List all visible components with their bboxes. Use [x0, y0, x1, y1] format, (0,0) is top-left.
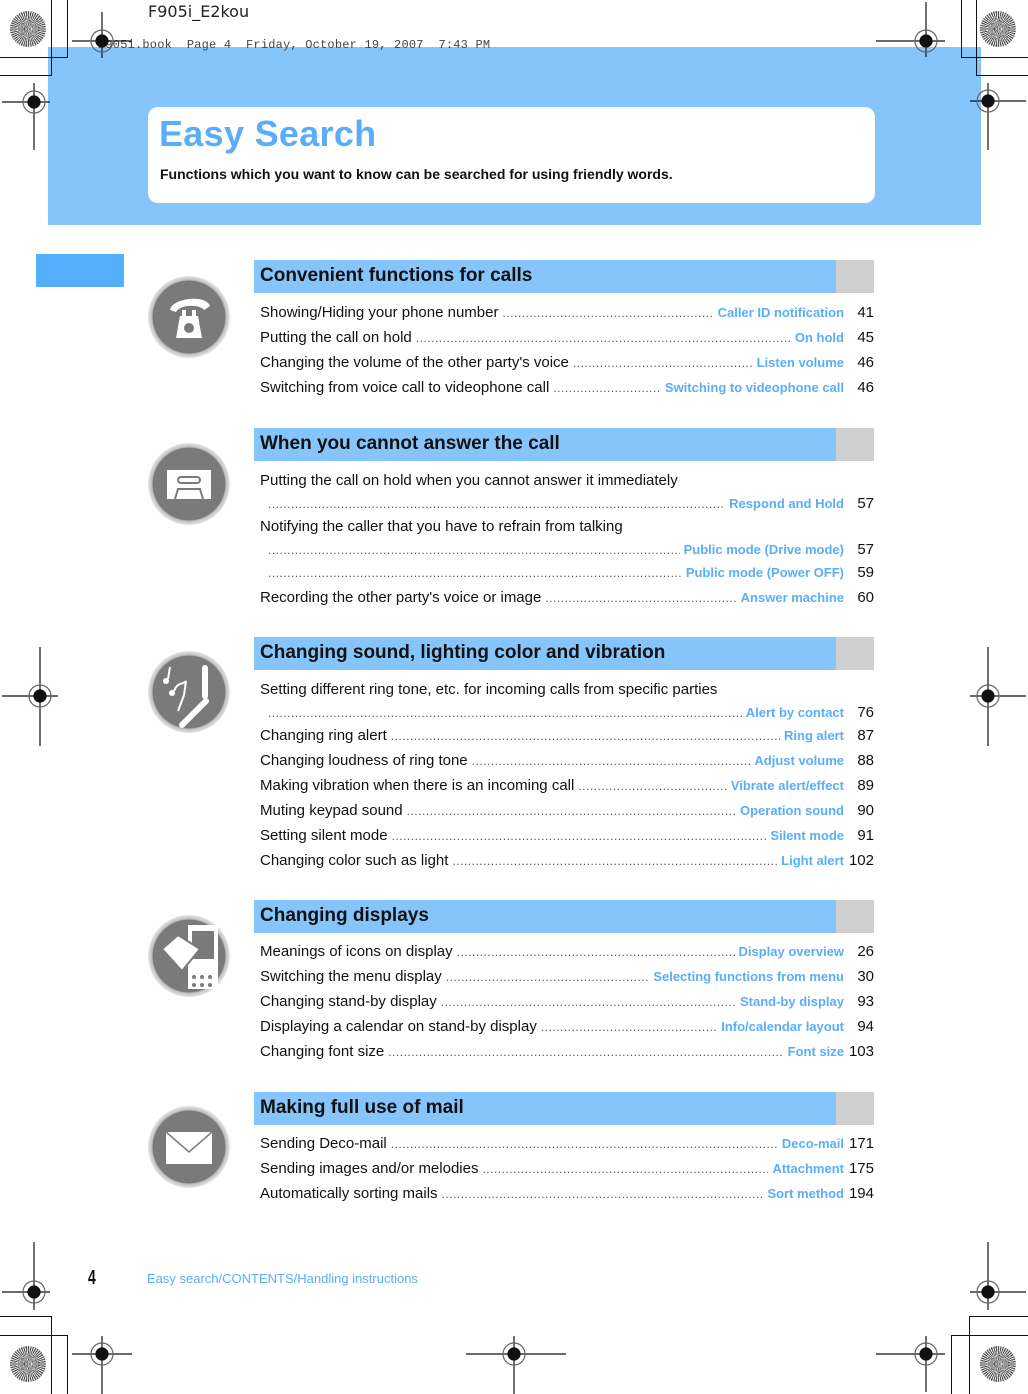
registration-mark [466, 1336, 566, 1394]
registration-marks [2, 2, 1026, 1394]
registration-mark [970, 647, 1026, 746]
registration-mark [876, 2, 945, 57]
registration-mark [72, 12, 132, 58]
registration-mark [970, 83, 1026, 150]
registration-mark [2, 83, 50, 150]
registration-mark [2, 647, 58, 746]
registration-mark [2, 1242, 50, 1310]
registration-mark [72, 1336, 132, 1394]
registration-mark [876, 1336, 945, 1392]
registration-mark [970, 1242, 1026, 1310]
